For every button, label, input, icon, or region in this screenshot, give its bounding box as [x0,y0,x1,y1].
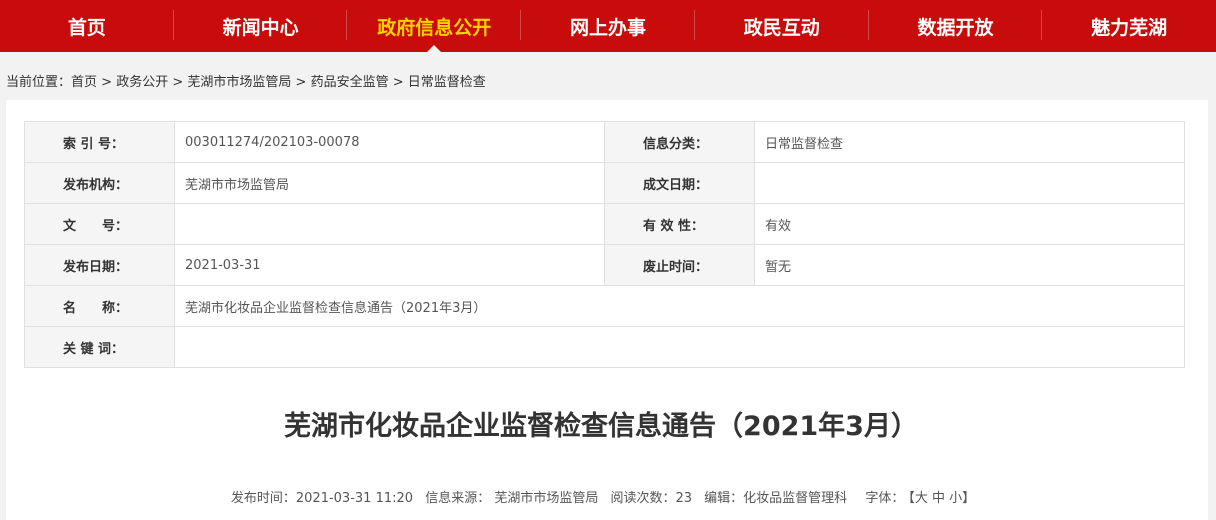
keywords-label: 关 键 词： [24,326,175,368]
active-indicator [427,45,442,52]
nav-item-online-service[interactable]: 网上办事 [521,0,695,52]
font-size-label: 字体： [865,491,905,506]
nav-item-gov-info[interactable]: 政府信息公开 [347,0,522,52]
index-label: 索 引 号： [24,121,175,163]
docno-value [174,203,605,245]
font-size-switcher[interactable]: 【大 中 小】 [908,491,975,506]
view-count: 阅读次数：23 [610,491,693,506]
pubdate-value: 2021-03-31 [174,244,605,286]
expire-label: 废止时间： [604,244,755,286]
index-value: 003011274/202103-00078 [174,121,605,163]
article-info-bar: 发布时间：2021-03-31 11:20 信息来源： 芜湖市市场监管局 阅读次… [0,487,1202,506]
breadcrumb-sep: > [388,75,408,90]
publish-time: 发布时间：2021-03-31 11:20 [230,491,414,506]
keywords-value [174,326,1185,368]
org-value: 芜湖市市场监管局 [174,162,605,204]
breadcrumb-prefix: 当前位置： [6,75,72,90]
category-value: 日常监督检查 [754,121,1185,163]
table-row: 名 称： 芜湖市化妆品企业监督检查信息通告（2021年3月） [24,285,1185,327]
category-label: 信息分类： [604,121,755,163]
article-title: 芜湖市化妆品企业监督检查信息通告（2021年3月） [284,411,918,442]
breadcrumb-link[interactable]: 芜湖市市场监管局 [187,75,291,90]
nav-item-charm-wuhu[interactable]: 魅力芜湖 [1042,0,1216,52]
table-row: 索 引 号： 003011274/202103-00078 信息分类： 日常监督… [24,121,1185,163]
nav-item-open-data[interactable]: 数据开放 [869,0,1043,52]
expire-value: 暂无 [754,244,1185,286]
created-label: 成文日期： [604,162,755,204]
nav-label: 网上办事 [570,16,647,39]
table-row: 文 号： 有 效 性： 有效 [24,203,1185,245]
nav-label: 新闻中心 [222,16,299,39]
validity-label: 有 效 性： [604,203,755,245]
table-row: 关 键 词： [24,326,1185,368]
pubdate-label: 发布日期： [24,244,175,286]
editor: 编辑：化妆品监督管理科 [704,491,848,506]
breadcrumb-link[interactable]: 药品安全监管 [311,75,389,90]
nav-label: 数据开放 [917,16,994,39]
breadcrumb-link[interactable]: 日常监督检查 [408,75,486,90]
breadcrumb-sep: > [97,75,117,90]
nav-label: 魅力芜湖 [1091,16,1168,39]
name-value: 芜湖市化妆品企业监督检查信息通告（2021年3月） [174,285,1185,327]
breadcrumb-link[interactable]: 首页 [71,75,97,90]
nav-label: 政府信息公开 [377,16,492,39]
nav-item-interaction[interactable]: 政民互动 [695,0,869,52]
info-table: 索 引 号： 003011274/202103-00078 信息分类： 日常监督… [24,121,1185,368]
created-value [754,162,1185,204]
breadcrumb-sep: > [291,75,311,90]
breadcrumb: 当前位置：首页 > 政务公开 > 芜湖市市场监管局 > 药品安全监管 > 日常监… [6,71,486,90]
table-row: 发布机构： 芜湖市市场监管局 成文日期： [24,162,1185,204]
nav-item-news[interactable]: 新闻中心 [174,0,348,52]
top-nav: 首页 新闻中心 政府信息公开 网上办事 政民互动 数据开放 魅力芜湖 [0,0,1216,52]
breadcrumb-link[interactable]: 政务公开 [116,75,168,90]
docno-label: 文 号： [24,203,175,245]
breadcrumb-sep: > [168,75,188,90]
nav-item-home[interactable]: 首页 [0,0,174,52]
name-label: 名 称： [24,285,175,327]
nav-label: 政民互动 [743,16,820,39]
org-label: 发布机构： [24,162,175,204]
nav-label: 首页 [67,16,106,39]
table-row: 发布日期： 2021-03-31 废止时间： 暂无 [24,244,1185,286]
info-source: 信息来源： 芜湖市市场监管局 [425,491,599,506]
validity-value: 有效 [754,203,1185,245]
